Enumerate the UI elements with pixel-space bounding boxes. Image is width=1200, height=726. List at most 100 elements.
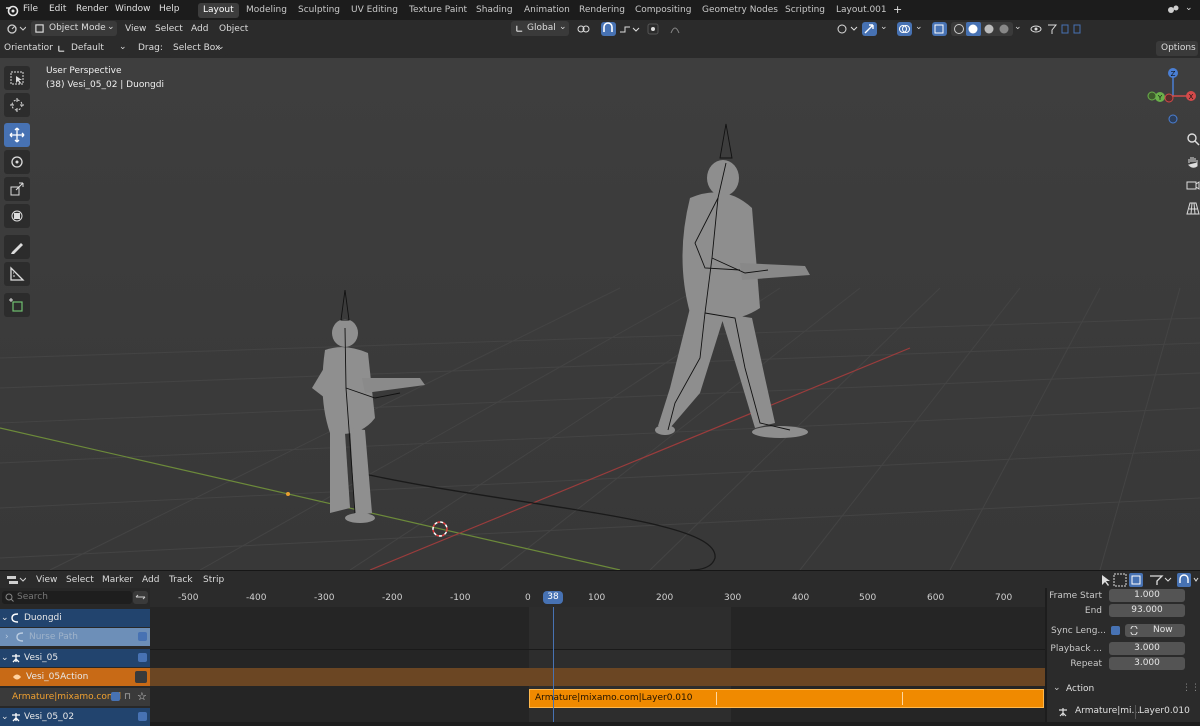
pan-hand-icon[interactable] (1186, 155, 1200, 169)
tab-layout-001[interactable]: Layout.001 (831, 3, 892, 18)
visibility-selectability-icon[interactable] (836, 23, 858, 35)
lock-icon[interactable]: ⊓ (124, 688, 131, 706)
tab-shading[interactable]: Shading (471, 3, 518, 18)
track-duongdi[interactable]: ⌄ Duongdi (0, 609, 150, 627)
solo-star-icon[interactable]: ☆ (137, 688, 147, 706)
menu-select[interactable]: Select (155, 24, 183, 34)
track-armature-strip[interactable]: Armature|mixamo.com|l ⊓ ☆ (0, 688, 150, 706)
add-cube-tool[interactable] (4, 293, 30, 317)
tab-layout[interactable]: Layout (198, 3, 239, 18)
move-tool[interactable] (4, 123, 30, 147)
tab-texture-paint[interactable]: Texture Paint (404, 3, 472, 18)
track-checkbox[interactable] (138, 653, 147, 662)
measure-tool[interactable] (4, 262, 30, 286)
chevron-down-icon[interactable]: ⌄ (880, 22, 888, 32)
action-panel-header[interactable]: ⌄ Action ⋮⋮ (1051, 683, 1200, 697)
mode-dropdown[interactable]: Object Mode ⌄ (31, 21, 117, 36)
options-button[interactable]: Options (1156, 41, 1198, 56)
track-checkbox[interactable] (138, 632, 147, 641)
menu-object[interactable]: Object (219, 24, 248, 34)
zoom-icon[interactable] (1186, 132, 1200, 146)
tab-modeling[interactable]: Modeling (241, 3, 292, 18)
select-box-tool[interactable] (4, 66, 30, 90)
push-down-icon[interactable] (135, 671, 147, 683)
editor-type-icon[interactable] (6, 574, 27, 586)
rotate-tool[interactable] (4, 150, 30, 174)
track-nurse-path[interactable]: › Nurse Path (0, 628, 150, 646)
action-selector[interactable]: Armature|mi... Layer0.010 (1055, 705, 1197, 719)
annotate-tool[interactable] (4, 235, 30, 259)
scene-selector-arrow-icon[interactable]: ⌄ (1185, 3, 1193, 13)
chevron-down-icon[interactable]: ⌄ (1014, 22, 1022, 32)
repeat-field[interactable]: 3.000 (1109, 657, 1185, 670)
orientation-dropdown[interactable]: Default ⌄ (53, 41, 130, 56)
nla-strip-area[interactable]: -500 -400 -300 -200 -100 0 100 200 300 4… (150, 588, 1045, 722)
cursor-tool[interactable] (4, 93, 30, 117)
track-checkbox[interactable] (138, 712, 147, 721)
menu-file[interactable]: File (23, 4, 38, 14)
pivot-point-icon[interactable] (576, 23, 596, 35)
panel-grip-icon[interactable]: ⋮⋮ (1182, 683, 1200, 693)
blender-logo-icon[interactable] (5, 3, 19, 17)
transform-orientation-dropdown[interactable]: Global ⌄ (511, 21, 569, 36)
track-vesi-05-02[interactable]: ⌄ Vesi_05_02 (0, 708, 150, 726)
nla-menu-add[interactable]: Add (142, 575, 159, 585)
nla-header-toggle-icons[interactable] (1100, 573, 1200, 587)
add-workspace-icon[interactable]: + (893, 3, 902, 16)
track-vesi-05-action[interactable]: Vesi_05Action (0, 668, 150, 686)
gizmo-toggle-icon[interactable] (862, 22, 877, 36)
sync-length-checkbox[interactable] (1111, 626, 1120, 635)
navigation-gizmo[interactable]: Z X Y (1142, 64, 1200, 132)
playback-scale-field[interactable]: 3.000 (1109, 642, 1185, 655)
menu-window[interactable]: Window (115, 4, 151, 14)
menu-edit[interactable]: Edit (49, 4, 66, 14)
frame-end-field[interactable]: 93.000 (1109, 604, 1185, 617)
frame-start-field[interactable]: 1.000 (1109, 589, 1185, 602)
shading-mode-icons[interactable] (951, 22, 1013, 36)
outliner-filter-icon[interactable] (1046, 23, 1086, 35)
track-mute-checkbox[interactable] (111, 692, 120, 701)
tab-sculpting[interactable]: Sculpting (293, 3, 345, 18)
tab-rendering[interactable]: Rendering (574, 3, 630, 18)
nla-menu-marker[interactable]: Marker (102, 575, 133, 585)
sync-now-button[interactable]: Now (1125, 624, 1185, 637)
nla-search-field[interactable]: Search (2, 591, 132, 604)
nla-menu-track[interactable]: Track (169, 575, 193, 585)
xray-toggle-icon[interactable] (932, 22, 947, 36)
expand-arrow-icon[interactable]: › (5, 628, 9, 646)
action-strip[interactable]: Armature|mixamo.com|Layer0.010 (529, 689, 1044, 708)
tab-geometry-nodes[interactable]: Geometry Nodes (697, 3, 783, 18)
tab-compositing[interactable]: Compositing (630, 3, 696, 18)
snap-target-icon[interactable] (619, 23, 641, 35)
chevron-down-icon[interactable]: ⌄ (915, 22, 923, 32)
drag-dropdown[interactable]: Select Box ⌄ (168, 41, 228, 56)
eye-visibility-icon[interactable] (1030, 23, 1042, 35)
swap-arrows-icon[interactable] (133, 591, 148, 604)
expand-arrow-icon[interactable]: ⌄ (1, 649, 9, 667)
nla-menu-view[interactable]: View (36, 575, 57, 585)
menu-render[interactable]: Render (76, 4, 108, 14)
snap-icon[interactable] (601, 22, 616, 36)
expand-arrow-icon[interactable]: ⌄ (1, 609, 9, 627)
transform-tool[interactable] (4, 204, 30, 228)
perspective-grid-icon[interactable] (1186, 201, 1200, 215)
track-vesi-05[interactable]: ⌄ Vesi_05 (0, 649, 150, 667)
scale-tool[interactable] (4, 177, 30, 201)
editor-type-icon[interactable] (6, 23, 27, 35)
cursor-icon (10, 98, 24, 112)
menu-help[interactable]: Help (159, 4, 180, 14)
overlays-toggle-icon[interactable] (897, 22, 912, 36)
menu-add[interactable]: Add (191, 24, 208, 34)
nla-menu-strip[interactable]: Strip (203, 575, 224, 585)
tab-scripting[interactable]: Scripting (780, 3, 830, 18)
tab-uv-editing[interactable]: UV Editing (346, 3, 403, 18)
current-frame-indicator[interactable]: 38 (543, 591, 563, 604)
camera-icon[interactable] (1186, 178, 1200, 192)
expand-arrow-icon[interactable]: ⌄ (1, 708, 9, 726)
3d-viewport[interactable]: User Perspective (38) Vesi_05_02 | Duong… (0, 58, 1200, 570)
scene-selector-icon[interactable] (1166, 3, 1180, 17)
proportional-editing-icon[interactable] (645, 23, 685, 35)
tab-animation[interactable]: Animation (519, 3, 575, 18)
menu-view[interactable]: View (125, 24, 146, 34)
nla-menu-select[interactable]: Select (66, 575, 94, 585)
